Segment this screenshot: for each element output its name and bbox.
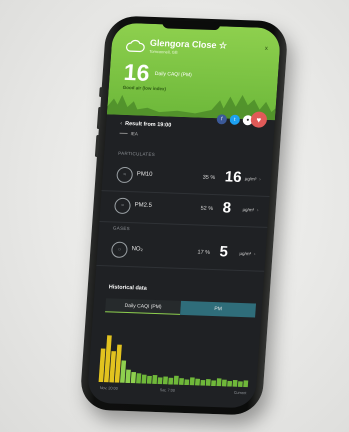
chart-bar	[162, 376, 168, 385]
favorite-star-icon[interactable]: ☆	[219, 40, 228, 50]
chart-bar	[146, 375, 152, 384]
chevron-right-icon: ›	[253, 251, 256, 258]
chevron-left-icon: ‹	[120, 120, 123, 127]
chart-bar	[221, 379, 227, 387]
result-label: Result from 19:00	[124, 120, 172, 129]
pollutant-value: 5	[218, 243, 229, 261]
social-buttons: f t ●	[216, 114, 254, 126]
pollutant-unit: μg/m³	[244, 176, 257, 182]
chevron-right-icon: ›	[258, 176, 261, 183]
x-label-end: Current	[233, 390, 247, 396]
source-name: IEA	[130, 131, 139, 137]
chart-bar	[205, 379, 211, 386]
pollutant-name: NO₂	[131, 246, 144, 253]
source-dash	[119, 133, 128, 135]
phone-device: Glengora Close ☆ Tomconnell, GB x 16 Dai…	[79, 15, 289, 416]
chart-bar	[130, 371, 137, 384]
history-chart	[98, 335, 249, 388]
section-particulates: PARTICULATES	[118, 150, 156, 157]
chart-bar	[211, 380, 217, 387]
chart-bar	[168, 377, 174, 385]
chart-bar	[216, 378, 222, 387]
aqi-value: 16	[122, 58, 151, 86]
chart-bar	[141, 374, 147, 384]
tab-daily-caqi[interactable]: Daily CAQI (PM)	[105, 298, 182, 315]
twitter-icon[interactable]: t	[229, 114, 241, 125]
location-header: Glengora Close ☆ Tomconnell, GB x 16 Dai…	[106, 22, 282, 121]
result-source: IEA	[119, 131, 139, 137]
chart-bar	[173, 375, 179, 385]
pollutant-unit: μg/m³	[242, 207, 255, 213]
historical-title: Historical data	[108, 284, 147, 292]
aqi-label: Daily CAQI (PM)	[154, 70, 192, 79]
pollutant-row[interactable]: ○ NO₂ 17 % 5 μg/m³ ›	[96, 235, 267, 272]
wave-icon: ≈	[116, 166, 134, 184]
pollutant-name: PM2.5	[134, 202, 153, 209]
pollutant-percent: 52 %	[200, 205, 214, 213]
result-header[interactable]: ‹ Result from 19:00	[120, 121, 171, 129]
chart-bar	[152, 374, 158, 385]
chart-bar	[136, 373, 142, 384]
chart-bar	[120, 360, 127, 383]
close-icon[interactable]: x	[265, 46, 268, 52]
gas-icon: ○	[110, 241, 129, 259]
chart-bar	[237, 381, 243, 388]
location-subtitle: Tomconnell, GB	[149, 48, 178, 55]
chart-bar	[232, 379, 238, 387]
chart-bar	[157, 377, 163, 385]
pollutant-unit: μg/m³	[239, 250, 252, 257]
pollutant-value: 16	[224, 168, 243, 186]
chart-bar	[178, 378, 184, 385]
history-tabs: Daily CAQI (PM) PM	[105, 298, 257, 318]
chart-bar	[195, 378, 201, 386]
app-screen: Glengora Close ☆ Tomconnell, GB x 16 Dai…	[86, 22, 282, 409]
chart-bar	[227, 380, 233, 387]
pollutant-value: 8	[222, 199, 232, 217]
section-gases: GASES	[112, 225, 131, 232]
chart-bar	[125, 369, 131, 384]
pollutant-percent: 35 %	[202, 174, 216, 182]
pollutant-percent: 17 %	[197, 249, 211, 256]
facebook-icon[interactable]: f	[216, 114, 228, 125]
wave-icon: ≈	[113, 197, 132, 215]
chart-bar	[189, 377, 195, 386]
favorite-button[interactable]: ♥	[250, 111, 268, 128]
tab-pm[interactable]: PM	[180, 300, 257, 318]
pollutant-name: PM10	[136, 171, 153, 178]
pollutant-row[interactable]: ≈ PM2.5 52 % 8 μg/m³ ›	[99, 191, 270, 228]
chart-bar	[200, 379, 206, 386]
chart-bar	[243, 380, 249, 388]
chart-bar	[184, 379, 190, 386]
cloud-icon	[126, 39, 145, 53]
x-label-start: Nov, 20:00	[99, 386, 118, 391]
chevron-right-icon: ›	[256, 207, 259, 214]
x-label-mid: Sat, 7:00	[159, 388, 176, 393]
